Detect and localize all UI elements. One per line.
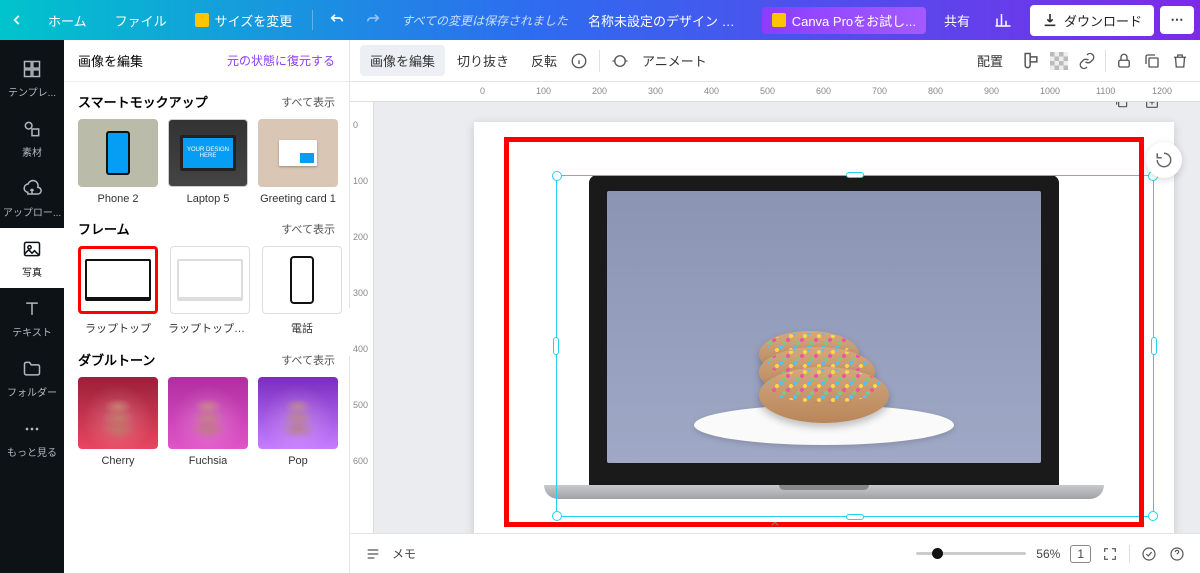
nav-photos[interactable]: 写真 bbox=[0, 228, 64, 288]
thumb-label: ラップトップ bbox=[85, 320, 151, 336]
thumb-label: Fuchsia bbox=[189, 455, 228, 467]
position-button[interactable]: 配置 bbox=[967, 45, 1013, 76]
section-title: ダブルトーン bbox=[78, 350, 155, 369]
styles-icon[interactable] bbox=[1021, 51, 1041, 71]
info-icon[interactable] bbox=[569, 51, 589, 71]
section-title: スマートモックアップ bbox=[78, 92, 208, 111]
duotone-fuchsia-thumb[interactable] bbox=[168, 377, 248, 449]
undo-button[interactable] bbox=[319, 0, 355, 40]
duotone-pop-thumb[interactable] bbox=[258, 377, 338, 449]
try-pro-button[interactable]: Canva Proをお試し... bbox=[762, 7, 926, 34]
nav-elements[interactable]: 素材 bbox=[0, 108, 64, 168]
nav-label: もっと見る bbox=[7, 444, 57, 459]
edit-image-button[interactable]: 画像を編集 bbox=[360, 45, 445, 76]
flip-button[interactable]: 反転 bbox=[521, 45, 567, 76]
text-icon bbox=[21, 298, 43, 320]
thumb-label: Greeting card 1 bbox=[260, 193, 336, 205]
elements-icon bbox=[21, 118, 43, 140]
thumb-label: Phone 2 bbox=[98, 193, 139, 205]
reset-view-button[interactable] bbox=[1146, 142, 1182, 178]
doc-title[interactable]: 名称未設定のデザイン - 1200p... bbox=[578, 11, 748, 30]
resize-button[interactable]: サイズを変更 bbox=[181, 0, 307, 40]
design-page[interactable] bbox=[474, 122, 1174, 533]
panel-title: 画像を編集 bbox=[78, 51, 143, 70]
duplicate-icon[interactable] bbox=[1142, 51, 1162, 71]
insights-button[interactable] bbox=[984, 0, 1022, 40]
nav-templates[interactable]: テンプレ... bbox=[0, 48, 64, 108]
fullscreen-icon[interactable] bbox=[1101, 545, 1119, 563]
selected-mockup[interactable] bbox=[504, 137, 1144, 527]
mockup-phone-thumb[interactable] bbox=[78, 119, 158, 187]
delete-icon[interactable] bbox=[1170, 51, 1190, 71]
mockup-card-thumb[interactable] bbox=[258, 119, 338, 187]
file-menu[interactable]: ファイル bbox=[101, 0, 181, 40]
redo-button[interactable] bbox=[355, 0, 391, 40]
ruler-vertical: 0100200300400500600 bbox=[350, 102, 374, 533]
try-pro-label: Canva Proをお試し... bbox=[792, 11, 916, 30]
nav-label: アップロー... bbox=[3, 204, 61, 219]
nav-label: 写真 bbox=[22, 264, 42, 279]
uploads-icon bbox=[21, 178, 43, 200]
nav-uploads[interactable]: アップロー... bbox=[0, 168, 64, 228]
crop-button[interactable]: 切り抜き bbox=[447, 45, 519, 76]
home-button[interactable]: ホーム bbox=[34, 0, 101, 40]
transparency-icon[interactable] bbox=[1049, 51, 1069, 71]
copy-page-icon[interactable] bbox=[1112, 102, 1132, 112]
animate-button[interactable]: アニメート bbox=[632, 45, 717, 76]
zoom-slider[interactable] bbox=[916, 552, 1026, 555]
view-check-icon[interactable] bbox=[1140, 545, 1158, 563]
thumb-label: Cherry bbox=[101, 455, 134, 467]
canvas-stage[interactable]: + ペーを追加 bbox=[374, 102, 1200, 533]
lock-icon[interactable] bbox=[1114, 51, 1134, 71]
zoom-value[interactable]: 56% bbox=[1036, 547, 1060, 561]
nav-text[interactable]: テキスト bbox=[0, 288, 64, 348]
folders-icon bbox=[21, 358, 43, 380]
download-button[interactable]: ダウンロード bbox=[1030, 5, 1154, 36]
page-count[interactable]: 1 bbox=[1070, 545, 1091, 563]
panel-body[interactable]: スマートモックアップすべて表示 Phone 2 YOUR DESIGN HERE… bbox=[64, 82, 349, 573]
thumb-label: ラップトップ（ホ... bbox=[168, 320, 252, 336]
frame-laptop-white-thumb[interactable] bbox=[170, 246, 250, 314]
mockup-laptop-thumb[interactable]: YOUR DESIGN HERE bbox=[168, 119, 248, 187]
see-all-link[interactable]: すべて表示 bbox=[281, 221, 335, 237]
nav-folders[interactable]: フォルダー bbox=[0, 348, 64, 408]
save-status: すべての変更は保存されました bbox=[391, 12, 578, 29]
more-icon bbox=[21, 418, 43, 440]
duotone-cherry-thumb[interactable] bbox=[78, 377, 158, 449]
see-all-link[interactable]: すべて表示 bbox=[281, 352, 335, 368]
more-menu[interactable]: ⋯ bbox=[1160, 6, 1194, 34]
nav-label: 素材 bbox=[22, 144, 42, 159]
nav-label: テンプレ... bbox=[8, 84, 56, 99]
nav-more[interactable]: もっと見る bbox=[0, 408, 64, 468]
crown-icon bbox=[772, 13, 786, 27]
thumb-label: Pop bbox=[288, 455, 308, 467]
thumb-label: 電話 bbox=[291, 320, 313, 336]
nav-label: テキスト bbox=[12, 324, 52, 339]
see-all-link[interactable]: すべて表示 bbox=[281, 94, 335, 110]
thumb-label: Laptop 5 bbox=[187, 193, 230, 205]
frame-laptop-thumb[interactable] bbox=[78, 246, 158, 314]
share-button[interactable]: 共有 bbox=[930, 0, 984, 40]
link-icon[interactable] bbox=[1077, 51, 1097, 71]
resize-label: サイズを変更 bbox=[215, 11, 293, 30]
add-page-icon[interactable] bbox=[1142, 102, 1162, 112]
notes-icon[interactable] bbox=[364, 545, 382, 563]
ruler-horizontal: 0100200300400500600700800900100011001200 bbox=[350, 82, 1200, 102]
help-icon[interactable] bbox=[1168, 545, 1186, 563]
crown-icon bbox=[195, 13, 209, 27]
nav-label: フォルダー bbox=[7, 384, 57, 399]
templates-icon bbox=[21, 58, 43, 80]
section-title: フレーム bbox=[78, 219, 130, 238]
reset-button[interactable]: 元の状態に復元する bbox=[227, 52, 335, 69]
notes-label[interactable]: メモ bbox=[392, 545, 416, 562]
motion-icon bbox=[610, 51, 630, 71]
download-label: ダウンロード bbox=[1064, 11, 1142, 30]
photos-icon bbox=[21, 238, 43, 260]
frame-phone-thumb[interactable] bbox=[262, 246, 342, 314]
back-button[interactable] bbox=[0, 0, 34, 40]
